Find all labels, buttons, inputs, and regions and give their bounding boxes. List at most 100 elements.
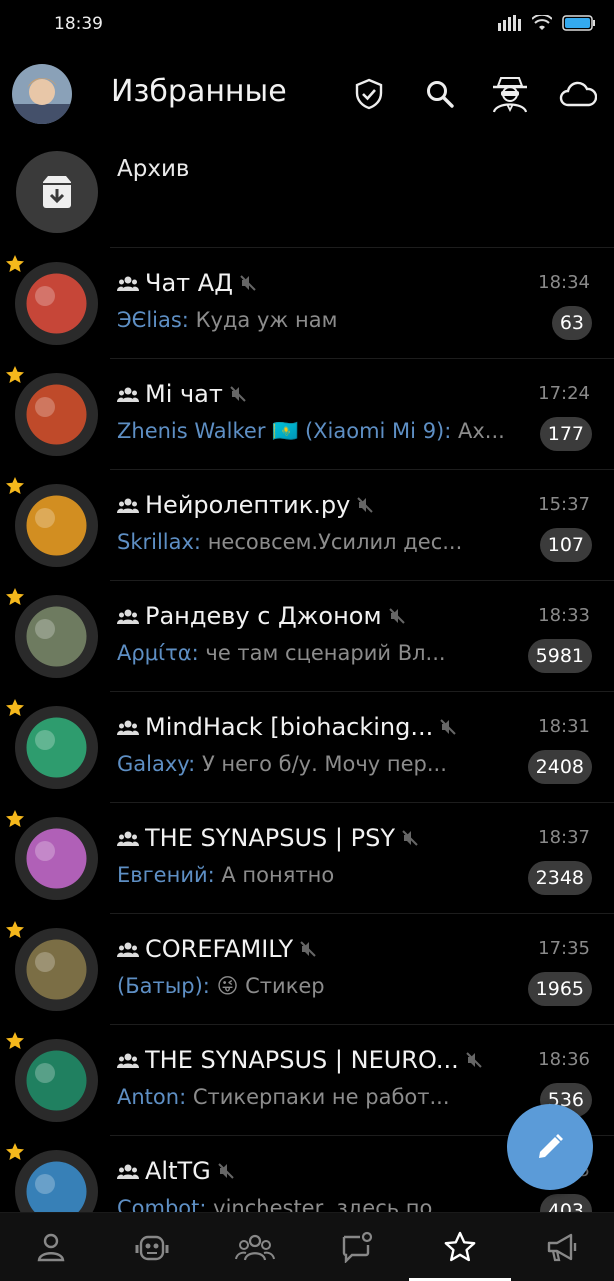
chat-message: У него б/у. Мочу пер...: [201, 752, 447, 776]
group-icon: [117, 1164, 139, 1179]
tab-unread[interactable]: [332, 1227, 382, 1267]
unread-badge: 107: [539, 528, 592, 562]
chat-avatar[interactable]: [15, 1039, 98, 1122]
row-divider: [110, 913, 614, 914]
pencil-icon: [539, 1134, 563, 1158]
chat-time: 18:31: [538, 716, 590, 737]
chat-message: 😜 Стикер: [216, 974, 325, 998]
chat-name-row: THE SYNAPSUS | PSY: [117, 824, 419, 852]
muted-icon: [240, 275, 256, 291]
chat-avatar[interactable]: [15, 1150, 98, 1212]
compose-button[interactable]: [507, 1104, 593, 1190]
chat-row[interactable]: THE SYNAPSUS | PSY 18:37 Евгений: А поня…: [0, 802, 614, 913]
chat-preview: Combot: vinchester, здесь по...: [117, 1196, 452, 1212]
group-icon: [117, 609, 139, 624]
chat-row[interactable]: COREFAMILY 17:35 (Батыр): 😜 Стикер 1965: [0, 913, 614, 1024]
chat-time: 15:37: [538, 494, 590, 515]
chat-name: COREFAMILY: [145, 935, 294, 963]
chat-avatar[interactable]: [15, 373, 98, 456]
chat-name: Нейролептик.ру: [145, 491, 351, 519]
chat-name: Чат АД: [145, 269, 233, 297]
wifi-icon: [532, 15, 552, 30]
chat-avatar[interactable]: [15, 595, 98, 678]
chat-name: THE SYNAPSUS | NEURO...: [145, 1046, 459, 1074]
chat-row[interactable]: Mi чат 17:24 Zhenis Walker 🇰🇿 (Xiaomi Mi…: [0, 358, 614, 469]
chat-preview: Anton: Стикерпаки не работ...: [117, 1085, 450, 1109]
robot-icon: [135, 1235, 169, 1261]
chat-sender: Galaxy:: [117, 752, 196, 776]
chat-row[interactable]: Чат АД 18:34 ЭЄlias: Куда уж нам 63: [0, 247, 614, 358]
status-time: 18:39: [54, 14, 103, 34]
page-title: Избранные: [111, 74, 287, 109]
chat-message: несовсем.Усилил дес...: [207, 530, 463, 554]
chat-preview: ЭЄlias: Куда уж нам: [117, 308, 337, 332]
chat-list[interactable]: Чат АД 18:34 ЭЄlias: Куда уж нам 63 Mi ч…: [0, 247, 614, 1212]
chat-sender: ЭЄlias:: [117, 308, 189, 332]
star-icon: [6, 477, 24, 494]
group-icon: [117, 831, 139, 846]
star-icon: [6, 810, 24, 827]
muted-icon: [300, 941, 316, 957]
muted-icon: [466, 1052, 482, 1068]
unread-badge: 5981: [527, 639, 592, 673]
signal-icon: [498, 15, 521, 31]
chat-row[interactable]: Рандеву с Джоном 18:33 Αρμίτα: че там сц…: [0, 580, 614, 691]
chat-time: 18:37: [538, 827, 590, 848]
unread-badge: 2408: [527, 750, 592, 784]
chat-avatar[interactable]: [15, 928, 98, 1011]
chat-name-row: COREFAMILY: [117, 935, 317, 963]
chat-message: Куда уж нам: [195, 308, 338, 332]
archive-icon: [16, 151, 98, 233]
chat-time: 18:36: [538, 1049, 590, 1070]
star-icon: [6, 921, 24, 938]
chat-message: Ах...: [458, 419, 505, 443]
muted-icon: [230, 386, 246, 402]
tab-channels[interactable]: [537, 1227, 587, 1267]
chat-name: MindHack [biohacking...: [145, 713, 434, 741]
chat-sender: Anton:: [117, 1085, 187, 1109]
chat-preview: Евгений: А понятно: [117, 863, 334, 887]
tab-users[interactable]: [26, 1227, 76, 1267]
search-icon[interactable]: [420, 74, 460, 114]
chat-name-row: MindHack [biohacking...: [117, 713, 457, 741]
muted-icon: [357, 497, 373, 513]
muted-icon: [388, 608, 405, 624]
chat-row[interactable]: Нейролептик.ру 15:37 Skrillax: несовсем.…: [0, 469, 614, 580]
chat-name-row: Нейролептик.ру: [117, 491, 374, 519]
unread-badge: 1965: [527, 972, 592, 1006]
tab-favorites[interactable]: [435, 1227, 485, 1267]
star-icon: [6, 1032, 24, 1049]
chat-avatar[interactable]: [15, 706, 98, 789]
chat-time: 17:24: [538, 383, 590, 404]
group-icon: [117, 387, 139, 402]
star-icon: [6, 366, 24, 383]
chat-message: Стикерпаки не работ...: [192, 1085, 450, 1109]
chat-message: че там сценарий Вл...: [205, 641, 446, 665]
chat-sender: Skrillax:: [117, 530, 201, 554]
chat-dot-icon: [342, 1231, 373, 1263]
chat-message: А понятно: [221, 863, 335, 887]
group-icon: [117, 720, 139, 735]
cloud-icon[interactable]: [558, 74, 598, 114]
incognito-icon[interactable]: [490, 74, 530, 114]
chat-preview: Galaxy: У него б/у. Мочу пер...: [117, 752, 447, 776]
chat-sender: (Батыр):: [117, 974, 210, 998]
profile-avatar[interactable]: [12, 64, 72, 124]
chat-name-row: AltTG: [117, 1157, 235, 1185]
tab-bots[interactable]: [127, 1227, 177, 1267]
archive-row[interactable]: Архив: [0, 140, 614, 247]
shield-check-icon[interactable]: [349, 74, 389, 114]
battery-icon: [562, 15, 595, 31]
chat-avatar[interactable]: [15, 262, 98, 345]
star-icon: [444, 1231, 476, 1262]
chat-row[interactable]: MindHack [biohacking... 18:31 Galaxy: У …: [0, 691, 614, 802]
chat-preview: Zhenis Walker 🇰🇿 (Xiaomi Mi 9): Ах...: [117, 419, 505, 444]
row-divider: [110, 691, 614, 692]
status-icons: [498, 15, 596, 31]
tab-groups[interactable]: [230, 1227, 280, 1267]
bottom-tab-bar: [0, 1212, 614, 1281]
chat-avatar[interactable]: [15, 484, 98, 567]
row-divider: [110, 358, 614, 359]
star-icon: [6, 588, 24, 605]
chat-avatar[interactable]: [15, 817, 98, 900]
